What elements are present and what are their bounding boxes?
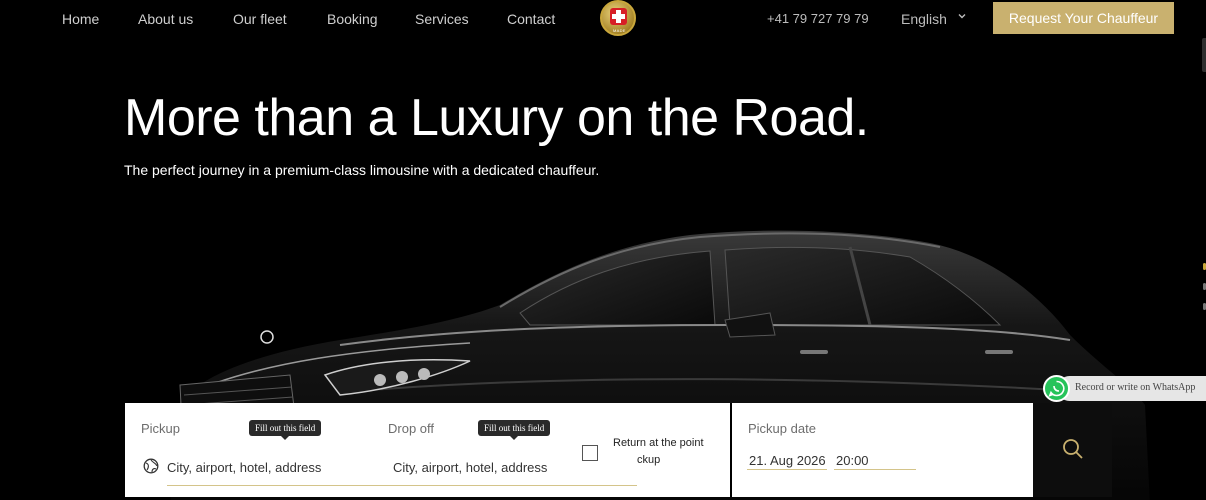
globe-icon [143,458,159,474]
language-select[interactable]: English [901,11,947,27]
hero-subtitle: The perfect journey in a premium-class l… [124,162,600,178]
logo-text: MADE [613,28,626,33]
phone-link[interactable]: +41 79 727 79 79 [767,11,869,26]
pickup-date-input[interactable]: 21. Aug 2026 [749,453,826,468]
swiss-made-logo[interactable]: MADE [600,0,636,36]
whatsapp-label: Record or write on WhatsApp [1075,382,1196,393]
request-chauffeur-button[interactable]: Request Your Chauffeur [993,2,1174,34]
dropoff-label: Drop off [388,421,435,436]
whatsapp-icon[interactable] [1043,375,1070,402]
booking-form: Pickup Fill out this field Drop off Fill… [125,403,1112,497]
pickup-input[interactable] [167,458,367,476]
form-divider [730,403,732,497]
nav-about-us[interactable]: About us [138,11,193,27]
pickup-validation-tooltip: Fill out this field [249,420,322,440]
return-label: Return at the point ckup [613,437,704,466]
chevron-down-icon[interactable] [957,11,967,21]
nav-booking[interactable]: Booking [327,11,378,27]
pickup-time-input[interactable]: 20:00 [836,453,869,468]
nav-services[interactable]: Services [415,11,469,27]
dropoff-validation-tooltip: Fill out this field [478,420,551,440]
nav-our-fleet[interactable]: Our fleet [233,11,287,27]
hero-title: More than a Luxury on the Road. [124,89,869,147]
return-checkbox[interactable] [582,445,598,461]
pickup-date-label: Pickup date [748,421,816,436]
pickup-label: Pickup [141,421,181,436]
search-icon [1062,438,1083,459]
search-button[interactable] [1033,403,1112,497]
scrollbar-thumb[interactable] [1202,38,1206,72]
nav-contact[interactable]: Contact [507,11,555,27]
top-navigation: Home About us Our fleet Booking Services… [0,0,1206,38]
whatsapp-widget[interactable]: Record or write on WhatsApp [1043,375,1206,402]
address-underline [167,485,637,486]
nav-home[interactable]: Home [62,11,99,27]
dropoff-input[interactable] [393,458,573,476]
